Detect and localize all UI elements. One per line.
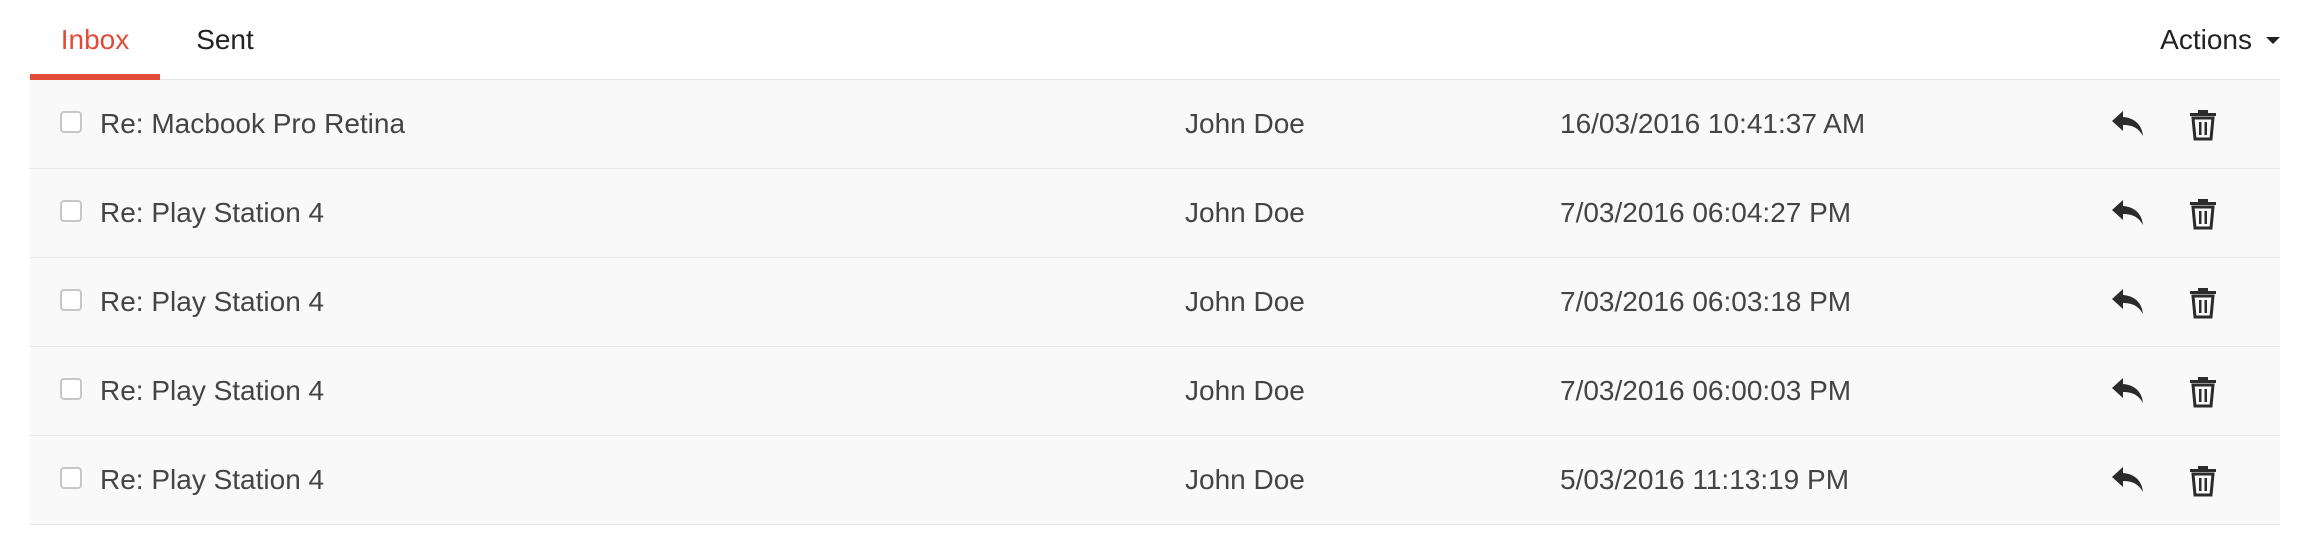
message-subject[interactable]: Re: Play Station 4 (100, 169, 324, 257)
message-checkbox[interactable] (60, 378, 82, 400)
reply-icon[interactable] (2110, 284, 2146, 320)
message-subject[interactable]: Re: Play Station 4 (100, 436, 324, 524)
trash-icon[interactable] (2188, 106, 2218, 142)
tab-sent[interactable]: Sent (160, 0, 290, 79)
reply-icon[interactable] (2110, 462, 2146, 498)
reply-icon[interactable] (2110, 195, 2146, 231)
message-subject[interactable]: Re: Macbook Pro Retina (100, 80, 405, 168)
reply-icon[interactable] (2110, 373, 2146, 409)
caret-down-icon (2266, 36, 2280, 44)
tab-bar: Inbox Sent Actions (30, 0, 2280, 80)
message-sender: John Doe (1185, 375, 1305, 406)
message-subject[interactable]: Re: Play Station 4 (100, 258, 324, 346)
message-row[interactable]: Re: Macbook Pro Retina John Doe 16/03/20… (30, 80, 2280, 169)
trash-icon[interactable] (2188, 373, 2218, 409)
message-checkbox[interactable] (60, 289, 82, 311)
message-checkbox[interactable] (60, 467, 82, 489)
message-row[interactable]: Re: Play Station 4 John Doe 5/03/2016 11… (30, 436, 2280, 525)
message-date: 7/03/2016 06:03:18 PM (1560, 286, 1852, 317)
message-date: 16/03/2016 10:41:37 AM (1560, 108, 1866, 139)
message-sender: John Doe (1185, 464, 1305, 495)
message-row[interactable]: Re: Play Station 4 John Doe 7/03/2016 06… (30, 258, 2280, 347)
mailbox: Inbox Sent Actions Re: Macbook Pro Retin… (30, 0, 2280, 525)
trash-icon[interactable] (2188, 195, 2218, 231)
actions-label: Actions (2160, 24, 2252, 55)
actions-dropdown[interactable]: Actions (2160, 0, 2280, 79)
reply-icon[interactable] (2110, 106, 2146, 142)
trash-icon[interactable] (2188, 462, 2218, 498)
message-checkbox[interactable] (60, 200, 82, 222)
message-date: 7/03/2016 06:00:03 PM (1560, 375, 1852, 406)
message-list: Re: Macbook Pro Retina John Doe 16/03/20… (30, 80, 2280, 525)
trash-icon[interactable] (2188, 284, 2218, 320)
message-row[interactable]: Re: Play Station 4 John Doe 7/03/2016 06… (30, 169, 2280, 258)
message-sender: John Doe (1185, 197, 1305, 228)
message-sender: John Doe (1185, 286, 1305, 317)
message-subject[interactable]: Re: Play Station 4 (100, 347, 324, 435)
message-sender: John Doe (1185, 108, 1305, 139)
message-checkbox[interactable] (60, 111, 82, 133)
message-date: 7/03/2016 06:04:27 PM (1560, 197, 1852, 228)
message-date: 5/03/2016 11:13:19 PM (1560, 464, 1850, 495)
tab-inbox[interactable]: Inbox (30, 0, 160, 80)
message-row[interactable]: Re: Play Station 4 John Doe 7/03/2016 06… (30, 347, 2280, 436)
